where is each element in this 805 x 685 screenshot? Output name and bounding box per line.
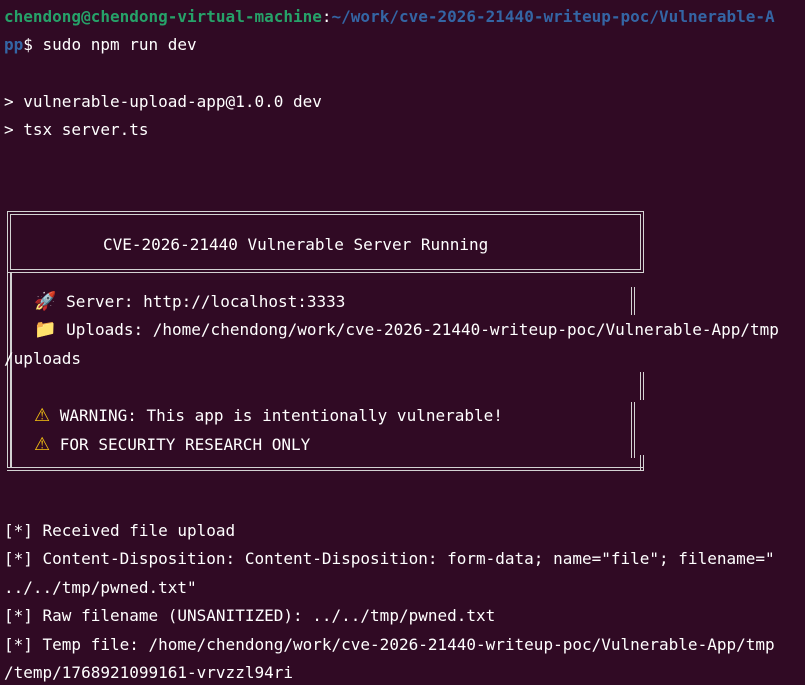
banner-right-rail-1 <box>631 287 635 315</box>
banner-bottom-line <box>7 467 644 471</box>
warning-text-1: WARNING: This app is intentionally vulne… <box>59 406 503 425</box>
uploads-label: Uploads: /home/chendong/work/cve-2026-21… <box>66 320 779 339</box>
command-text: sudo npm run dev <box>32 35 197 54</box>
log-temp-file-wrap: /temp/1768921099161-vrvzzl94ri <box>4 663 293 682</box>
banner-right-rail-3 <box>631 402 635 458</box>
prompt-user-host: chendong@chendong-virtual-machine <box>4 7 322 26</box>
warning-icon: ⚠ <box>34 405 51 426</box>
warning-line-1: ⚠ WARNING: This app is intentionally vul… <box>34 402 503 430</box>
log-raw-filename: [*] Raw filename (UNSANITIZED): ../../tm… <box>4 606 496 625</box>
prompt-path-wrap: pp <box>4 35 24 54</box>
banner-bottom-right-corner <box>640 455 644 471</box>
uploads-line: 📁 Uploads: /home/chendong/work/cve-2026-… <box>34 316 779 344</box>
log-temp-file: [*] Temp file: /home/chendong/work/cve-2… <box>4 635 775 654</box>
log-content-disposition: [*] Content-Disposition: Content-Disposi… <box>4 549 775 568</box>
banner-title: CVE-2026-21440 Vulnerable Server Running <box>103 235 489 254</box>
prompt-colon: : <box>321 7 332 26</box>
warning-text-2: FOR SECURITY RESEARCH ONLY <box>59 435 311 454</box>
warning-icon: ⚠ <box>34 434 51 455</box>
server-label: Server: http://localhost:3333 <box>66 292 346 311</box>
npm-script-line: > vulnerable-upload-app@1.0.0 dev <box>4 92 322 111</box>
folder-icon: 📁 <box>34 319 57 340</box>
server-line: 🚀 Server: http://localhost:3333 <box>34 288 345 316</box>
terminal-window[interactable]: chendong@chendong-virtual-machine:~/work… <box>0 0 805 685</box>
rocket-icon: 🚀 <box>34 291 57 312</box>
prompt-symbol: $ <box>23 35 33 54</box>
prompt-path: ~/work/cve-2026-21440-writeup-poc/Vulner… <box>331 7 775 26</box>
prompt-line-1: chendong@chendong-virtual-machine:~/work… <box>4 3 775 31</box>
log-content-disposition-wrap: ../../tmp/pwned.txt" <box>4 578 197 597</box>
uploads-wrap-line: /uploads <box>4 349 82 368</box>
prompt-line-2: pp$ sudo npm run dev <box>4 31 197 59</box>
log-received: [*] Received file upload <box>4 521 236 540</box>
npm-command-line: > tsx server.ts <box>4 120 149 139</box>
banner-right-rail-2 <box>640 372 644 400</box>
warning-line-2: ⚠ FOR SECURITY RESEARCH ONLY <box>34 431 310 459</box>
